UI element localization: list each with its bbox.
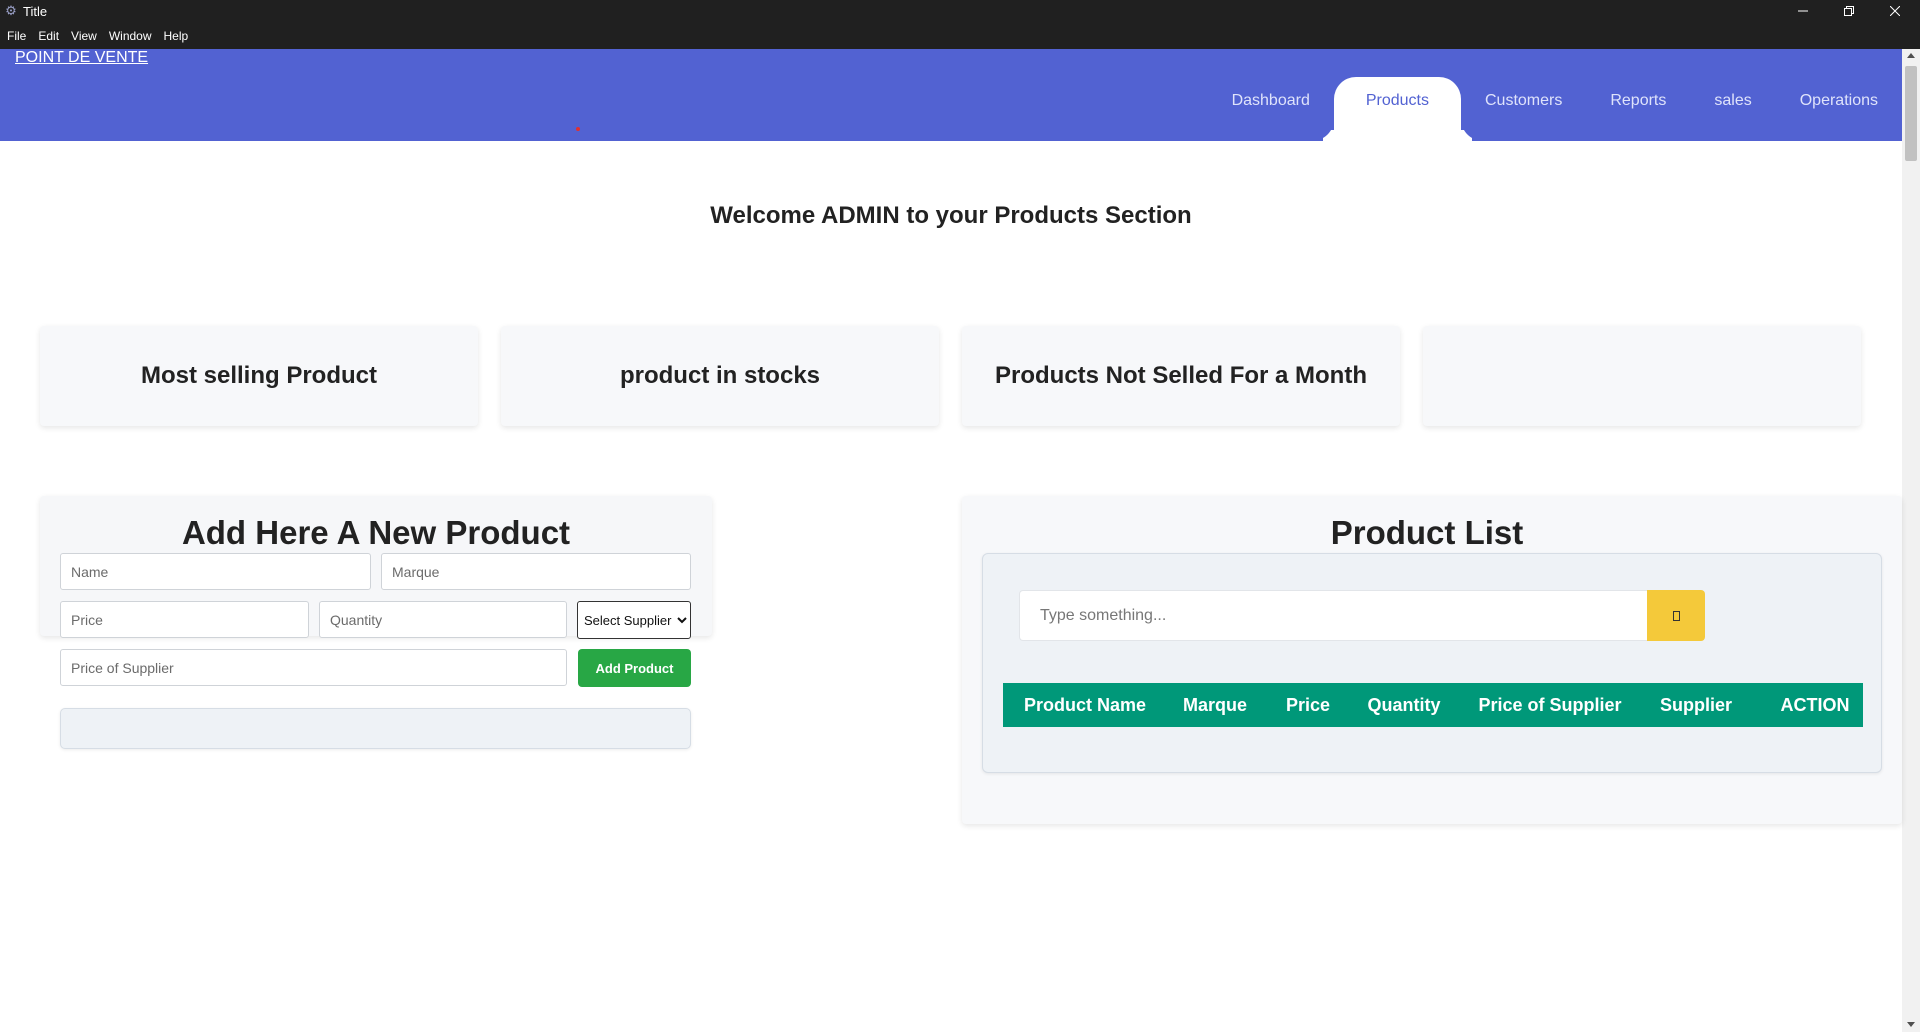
search-input[interactable] xyxy=(1019,590,1647,641)
add-product-button[interactable]: Add Product xyxy=(578,649,691,687)
stat-card-most-selling: Most selling Product xyxy=(40,326,478,426)
search-icon xyxy=(1672,610,1680,621)
product-list-container xyxy=(982,553,1882,773)
menu-view[interactable]: View xyxy=(65,27,103,45)
app-header: POINT DE VENTE Dashboard Products Custom… xyxy=(0,49,1902,141)
search-button[interactable] xyxy=(1647,590,1705,641)
scroll-down-arrow-icon[interactable] xyxy=(1907,1022,1915,1027)
window-titlebar: ⚙ Title File Edit View Window Help xyxy=(0,0,1920,49)
marque-input[interactable] xyxy=(381,553,691,590)
tab-customers[interactable]: Customers xyxy=(1461,77,1586,141)
close-icon xyxy=(1890,6,1900,16)
minimize-button[interactable] xyxy=(1780,0,1826,22)
tab-operations[interactable]: Operations xyxy=(1776,77,1902,141)
scroll-up-arrow-icon[interactable] xyxy=(1907,53,1915,58)
supplier-select[interactable]: Select Supplier xyxy=(577,601,691,639)
close-button[interactable] xyxy=(1872,0,1918,22)
price-of-supplier-input[interactable] xyxy=(60,649,567,686)
stat-card-empty xyxy=(1423,326,1861,426)
menu-bar: File Edit View Window Help xyxy=(0,27,194,45)
stat-card-in-stock: product in stocks xyxy=(501,326,939,426)
column-header-marque[interactable]: Marque xyxy=(1178,695,1252,716)
menu-help[interactable]: Help xyxy=(158,27,195,45)
tab-sales[interactable]: sales xyxy=(1690,77,1775,141)
column-header-quantity[interactable]: Quantity xyxy=(1364,695,1444,716)
form-message-box xyxy=(60,708,691,749)
tab-products[interactable]: Products xyxy=(1333,77,1461,141)
brand-link[interactable]: POINT DE VENTE xyxy=(15,49,148,67)
menu-file[interactable]: File xyxy=(0,27,32,45)
vertical-scrollbar[interactable] xyxy=(1902,49,1920,1032)
column-header-price[interactable]: Price xyxy=(1283,695,1333,716)
menu-edit[interactable]: Edit xyxy=(32,27,65,45)
window-title: Title xyxy=(23,4,48,19)
tab-reports[interactable]: Reports xyxy=(1586,77,1690,141)
minimize-icon xyxy=(1798,10,1808,12)
welcome-heading: Welcome ADMIN to your Products Section xyxy=(710,202,1192,229)
red-dot-marker xyxy=(576,127,580,131)
restore-button[interactable] xyxy=(1826,0,1872,22)
column-header-product-name[interactable]: Product Name xyxy=(1023,695,1147,716)
add-product-title: Add Here A New Product xyxy=(181,514,571,551)
stat-card-not-sold: Products Not Selled For a Month xyxy=(962,326,1400,426)
scroll-thumb[interactable] xyxy=(1905,66,1917,161)
column-header-action[interactable]: ACTION xyxy=(1767,695,1863,716)
name-input[interactable] xyxy=(60,553,371,590)
product-table-header: Product Name Marque Price Quantity Price… xyxy=(1003,683,1863,727)
restore-icon xyxy=(1844,6,1854,16)
product-list-title: Product List xyxy=(1330,514,1524,551)
app-gear-icon: ⚙ xyxy=(5,3,17,18)
column-header-supplier[interactable]: Supplier xyxy=(1656,695,1736,716)
quantity-input[interactable] xyxy=(319,601,567,638)
column-header-price-of-supplier[interactable]: Price of Supplier xyxy=(1475,695,1625,716)
price-input[interactable] xyxy=(60,601,309,638)
main-nav: Dashboard Products Customers Reports sal… xyxy=(1208,77,1902,141)
menu-window[interactable]: Window xyxy=(103,27,158,45)
